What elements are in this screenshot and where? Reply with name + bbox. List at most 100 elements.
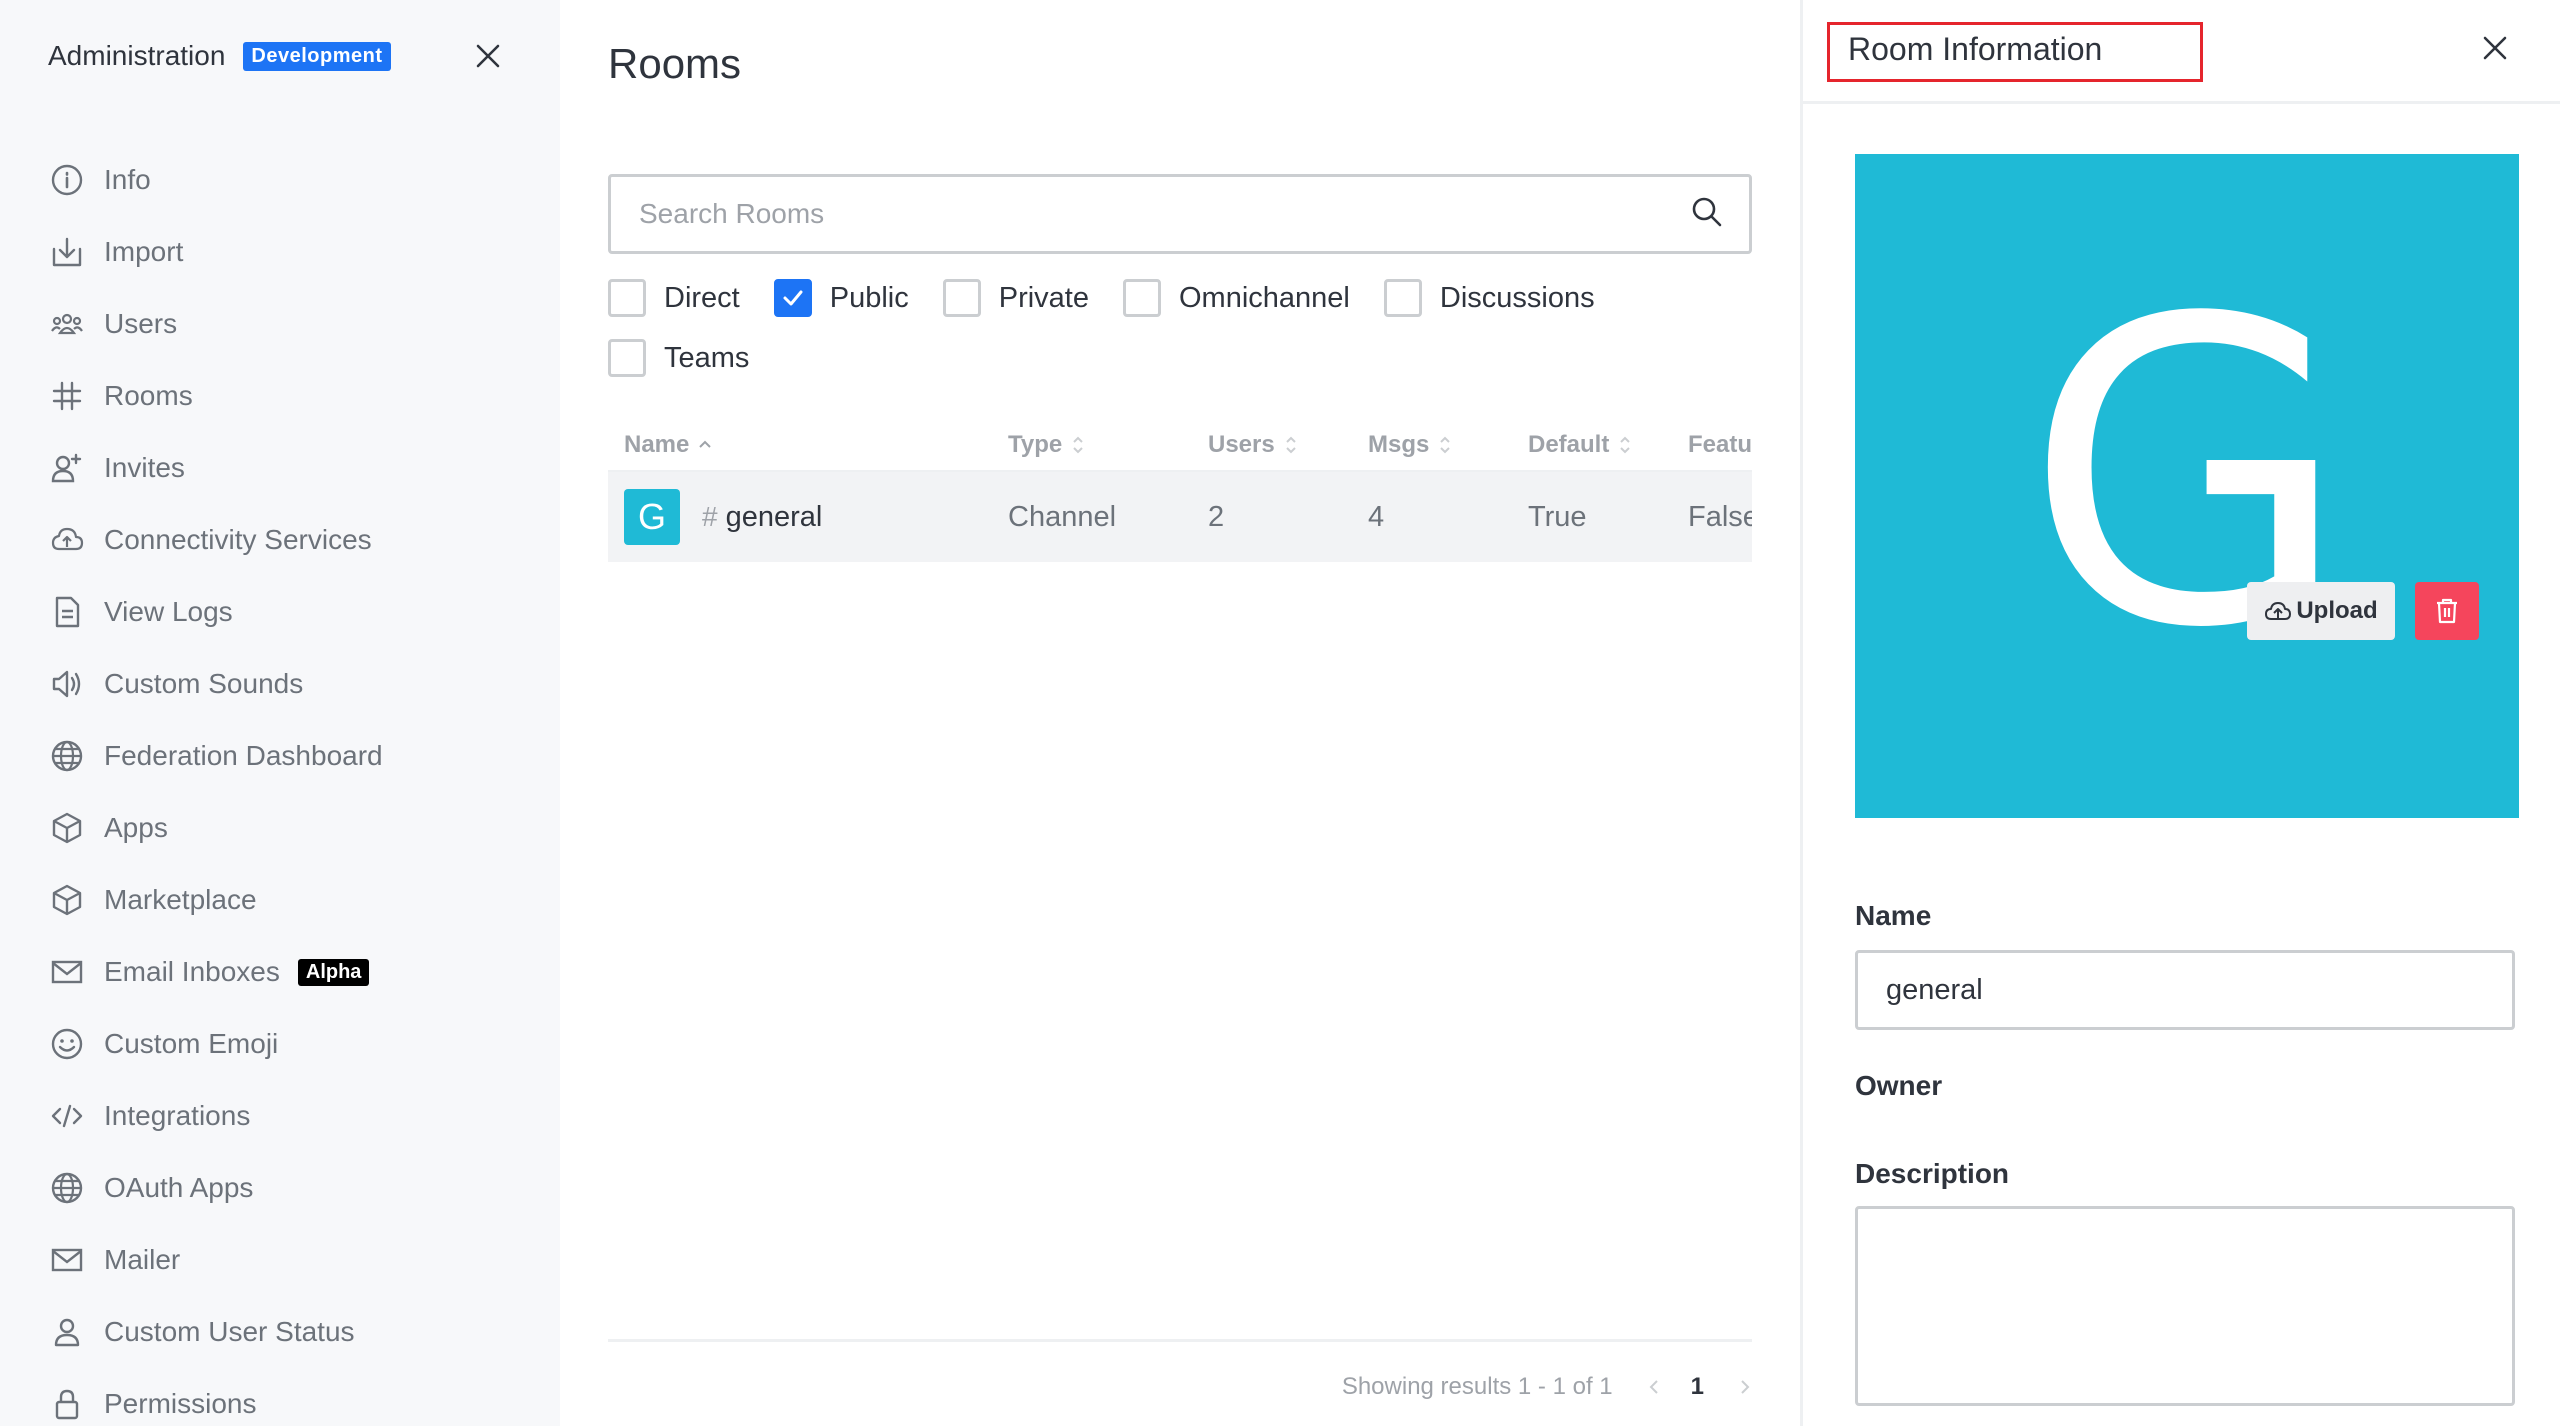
filter-discussions[interactable]: Discussions — [1383, 278, 1595, 318]
user-icon — [48, 1313, 86, 1351]
search-icon[interactable] — [1691, 196, 1723, 233]
sidebar-item-import[interactable]: Import — [48, 216, 518, 288]
filter-label: Omnichannel — [1179, 281, 1350, 314]
cloud-icon — [48, 521, 86, 559]
column-header-type[interactable]: Type — [1008, 431, 1208, 459]
sidebar-item-permissions[interactable]: Permissions — [48, 1368, 518, 1426]
sidebar-item-mailer[interactable]: Mailer — [48, 1224, 518, 1296]
sidebar-title: Administration — [48, 40, 226, 71]
filter-label: Public — [829, 281, 909, 314]
rooms-table: Name Type Users Msgs Default Featured G … — [608, 420, 1752, 562]
upload-button[interactable]: Upload — [2247, 582, 2395, 640]
page-title: Rooms — [608, 40, 742, 87]
sidebar-item-label: Permissions — [104, 1388, 257, 1419]
sidebar-item-integrations[interactable]: Integrations — [48, 1080, 518, 1152]
divider — [608, 1339, 1752, 1342]
sidebar-item-oauth-apps[interactable]: OAuth Apps — [48, 1152, 518, 1224]
column-header-msgs[interactable]: Msgs — [1368, 431, 1528, 459]
sidebar-nav: Info Import Users Rooms Invites Connecti… — [48, 144, 518, 1426]
close-sidebar-button[interactable] — [468, 36, 508, 76]
sidebar-item-rooms[interactable]: Rooms — [48, 360, 518, 432]
cell-type: Channel — [1008, 500, 1117, 533]
checkbox-checked[interactable] — [773, 279, 812, 317]
document-icon — [48, 593, 86, 631]
sidebar-item-invites[interactable]: Invites — [48, 432, 518, 504]
checkbox[interactable] — [608, 279, 646, 317]
close-panel-button[interactable] — [2475, 28, 2515, 68]
column-header-featured[interactable]: Featured — [1688, 431, 1752, 459]
column-label: Type — [1008, 431, 1063, 458]
sidebar-item-label: Rooms — [104, 380, 193, 411]
room-avatar: G — [624, 489, 680, 545]
sidebar-item-custom-sounds[interactable]: Custom Sounds — [48, 648, 518, 720]
column-header-name[interactable]: Name — [608, 431, 1008, 459]
sidebar-item-federation-dashboard[interactable]: Federation Dashboard — [48, 720, 518, 792]
owner-label: Owner — [1855, 1070, 1943, 1101]
lock-icon — [48, 1385, 86, 1423]
column-label: Featured — [1688, 431, 1752, 458]
filter-teams[interactable]: Teams — [608, 338, 749, 378]
next-page-button[interactable] — [1738, 1377, 1752, 1397]
sidebar-header: Administration Development — [48, 34, 508, 78]
sidebar-item-custom-user-status[interactable]: Custom User Status — [48, 1296, 518, 1368]
rooms-main: Rooms Direct Public Private Omnichannel … — [560, 0, 1800, 1426]
prev-page-button[interactable] — [1647, 1377, 1661, 1397]
sidebar-item-label: Apps — [104, 812, 168, 843]
sidebar-item-marketplace[interactable]: Marketplace — [48, 864, 518, 936]
description-label: Description — [1855, 1158, 2010, 1189]
filter-direct[interactable]: Direct — [608, 278, 740, 318]
sidebar-item-email-inboxes[interactable]: Email Inboxes Alpha — [48, 936, 518, 1008]
sidebar-item-connectivity-services[interactable]: Connectivity Services — [48, 504, 518, 576]
sort-icon — [1070, 434, 1086, 456]
filter-private[interactable]: Private — [942, 278, 1089, 318]
filter-label: Direct — [664, 281, 740, 314]
environment-badge: Development — [243, 41, 391, 71]
sidebar-item-view-logs[interactable]: View Logs — [48, 576, 518, 648]
sidebar-item-info[interactable]: Info — [48, 144, 518, 216]
sidebar-item-label: Custom User Status — [104, 1316, 355, 1347]
checkbox[interactable] — [1383, 279, 1422, 317]
sidebar-item-users[interactable]: Users — [48, 288, 518, 360]
pagination: Showing results 1 - 1 of 1 1 — [1342, 1370, 1752, 1404]
sort-asc-icon — [697, 437, 713, 453]
sidebar-item-label: Marketplace — [104, 884, 257, 915]
hash-icon: # — [702, 501, 718, 532]
pagination-summary: Showing results 1 - 1 of 1 — [1341, 1373, 1613, 1400]
checkbox[interactable] — [608, 339, 646, 377]
column-label: Msgs — [1368, 431, 1430, 458]
filter-omnichannel[interactable]: Omnichannel — [1123, 278, 1350, 318]
search-input[interactable] — [639, 198, 1691, 230]
cell-users: 2 — [1208, 500, 1225, 533]
table-row[interactable]: G # general Channel 2 4 True False — [608, 472, 1752, 562]
cell-default: True — [1528, 500, 1587, 533]
user-plus-icon — [48, 449, 86, 487]
sort-icon — [1437, 434, 1453, 456]
delete-avatar-button[interactable] — [2415, 582, 2479, 640]
filter-label: Teams — [664, 341, 750, 374]
column-header-default[interactable]: Default — [1528, 431, 1688, 459]
mail-icon — [48, 1241, 86, 1279]
filter-public[interactable]: Public — [773, 278, 909, 318]
panel-title: Room Information — [1827, 22, 2203, 82]
sidebar-item-apps[interactable]: Apps — [48, 792, 518, 864]
sidebar-item-label: Import — [104, 236, 184, 267]
checkbox[interactable] — [1123, 279, 1161, 317]
panel-header: Room Information — [1803, 0, 2560, 104]
sidebar-item-custom-emoji[interactable]: Custom Emoji — [48, 1008, 518, 1080]
emoji-icon — [48, 1025, 86, 1063]
description-field[interactable] — [1855, 1206, 2515, 1406]
checkbox[interactable] — [942, 279, 981, 317]
page-number[interactable]: 1 — [1691, 1373, 1704, 1401]
upload-label: Upload — [2296, 597, 2378, 624]
hash-icon — [48, 377, 86, 415]
sidebar-item-label: Custom Emoji — [104, 1028, 279, 1059]
sidebar-item-label: Invites — [104, 452, 185, 483]
globe-icon — [48, 1169, 86, 1207]
sort-icon — [1617, 434, 1633, 456]
users-icon — [48, 305, 86, 343]
name-field[interactable]: general — [1855, 950, 2515, 1030]
room-avatar-large: G — [1855, 154, 2519, 818]
column-label: Users — [1208, 431, 1275, 458]
sidebar-item-label: Email Inboxes — [104, 956, 280, 987]
column-header-users[interactable]: Users — [1208, 431, 1368, 459]
